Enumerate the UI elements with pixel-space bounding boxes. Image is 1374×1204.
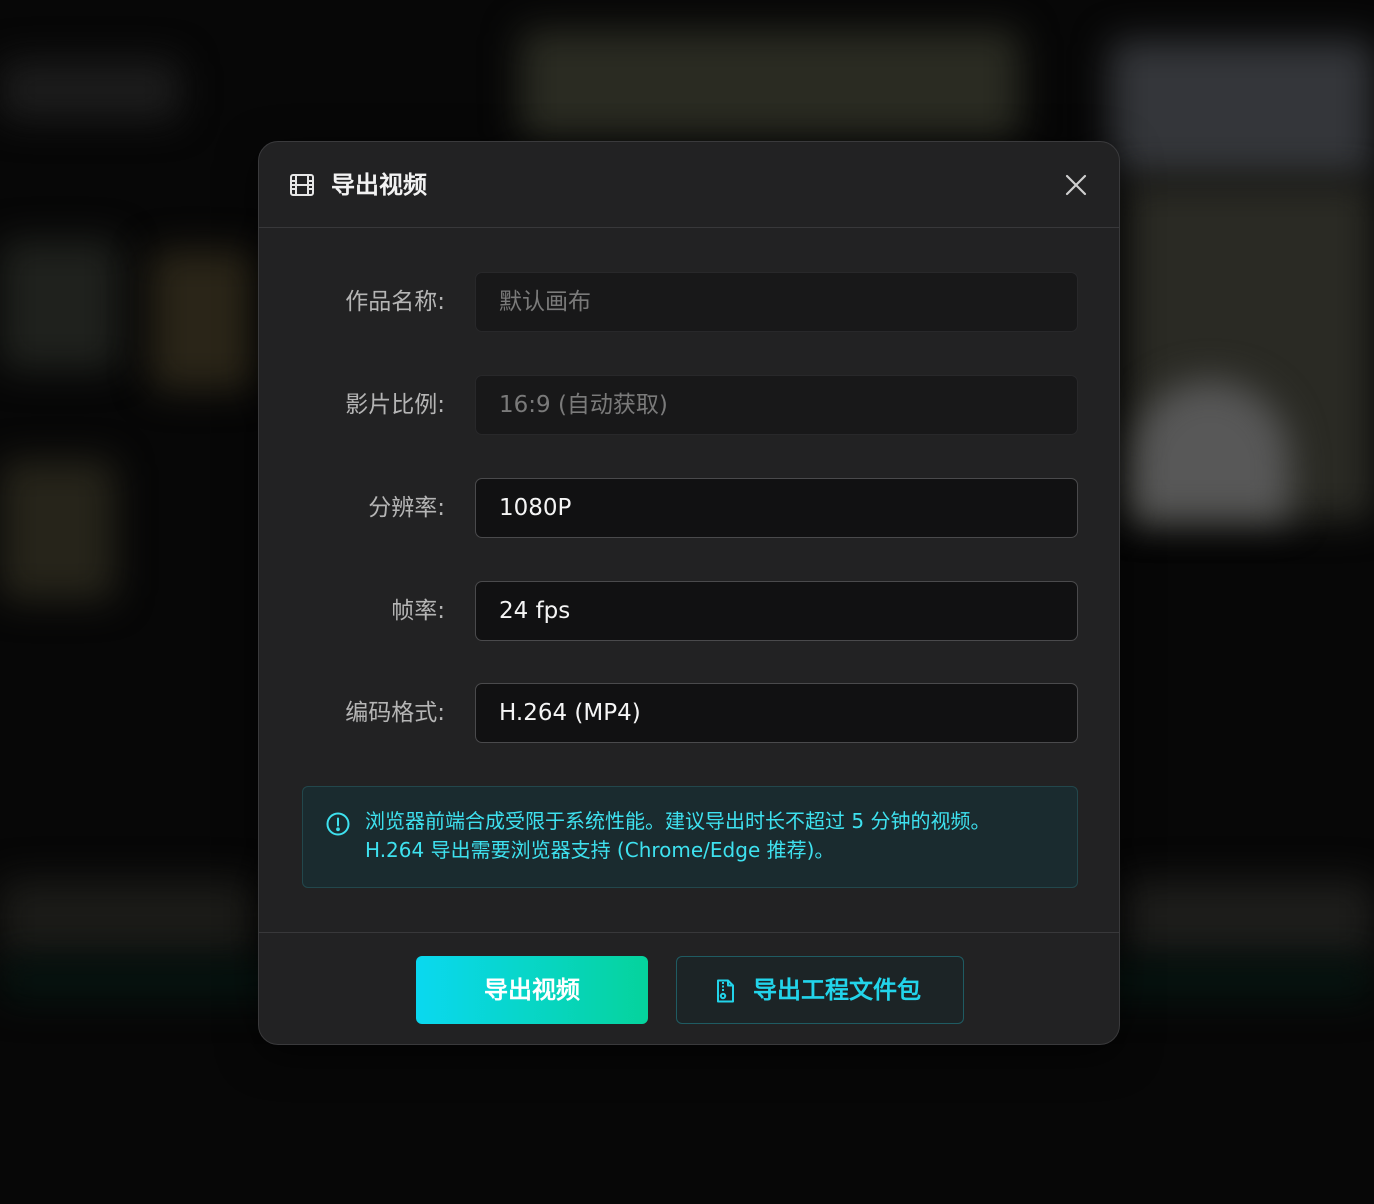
notice-line-2: H.264 导出需要浏览器支持 (Chrome/Edge 推荐)。	[365, 838, 835, 862]
background-blob	[1110, 40, 1374, 180]
work-name-label: 作品名称:	[345, 289, 445, 315]
file-archive-icon	[712, 978, 738, 1004]
background-blob	[0, 880, 258, 960]
background-blob	[0, 240, 120, 370]
aspect-ratio-field: 16:9 (自动获取)	[475, 375, 1078, 435]
close-icon[interactable]	[1063, 172, 1089, 198]
frame-rate-label: 帧率:	[391, 598, 445, 624]
background-blob	[1120, 880, 1374, 960]
notice-line-1: 浏览器前端合成受限于系统性能。建议导出时长不超过 5 分钟的视频。	[365, 809, 991, 833]
work-name-row: 作品名称: 默认画布	[259, 272, 1119, 332]
film-icon	[289, 172, 315, 198]
work-name-placeholder: 默认画布	[499, 289, 591, 315]
export-video-button[interactable]: 导出视频	[416, 956, 648, 1024]
export-project-label: 导出工程文件包	[753, 976, 921, 1004]
codec-row: 编码格式: H.264 (MP4)	[259, 683, 1119, 743]
resolution-select[interactable]: 1080P	[475, 478, 1078, 538]
codec-label: 编码格式:	[345, 700, 445, 726]
resolution-row: 分辨率: 1080P	[259, 478, 1119, 538]
notice-text: 浏览器前端合成受限于系统性能。建议导出时长不超过 5 分钟的视频。 H.264 …	[365, 807, 1065, 865]
background-blob	[0, 460, 115, 600]
dialog-title: 导出视频	[331, 171, 427, 199]
background-blob	[520, 30, 1020, 140]
aspect-ratio-label: 影片比例:	[345, 392, 445, 418]
frame-rate-row: 帧率: 24 fps	[259, 581, 1119, 641]
resolution-label: 分辨率:	[368, 495, 445, 521]
export-video-dialog: 导出视频 作品名称: 默认画布 影片比例: 16:9 (自动获取) 分辨率: 1…	[258, 141, 1120, 1045]
info-circle-icon	[325, 811, 351, 837]
frame-rate-select[interactable]: 24 fps	[475, 581, 1078, 641]
work-name-field[interactable]: 默认画布	[475, 272, 1078, 332]
dialog-header: 导出视频	[259, 142, 1119, 228]
codec-select[interactable]: H.264 (MP4)	[475, 683, 1078, 743]
background-blob	[0, 60, 180, 120]
dialog-footer: 导出视频 导出工程文件包	[259, 932, 1119, 1044]
background-blob	[150, 250, 258, 390]
export-project-button[interactable]: 导出工程文件包	[676, 956, 964, 1024]
aspect-ratio-row: 影片比例: 16:9 (自动获取)	[259, 375, 1119, 435]
performance-notice: 浏览器前端合成受限于系统性能。建议导出时长不超过 5 分钟的视频。 H.264 …	[302, 786, 1078, 888]
